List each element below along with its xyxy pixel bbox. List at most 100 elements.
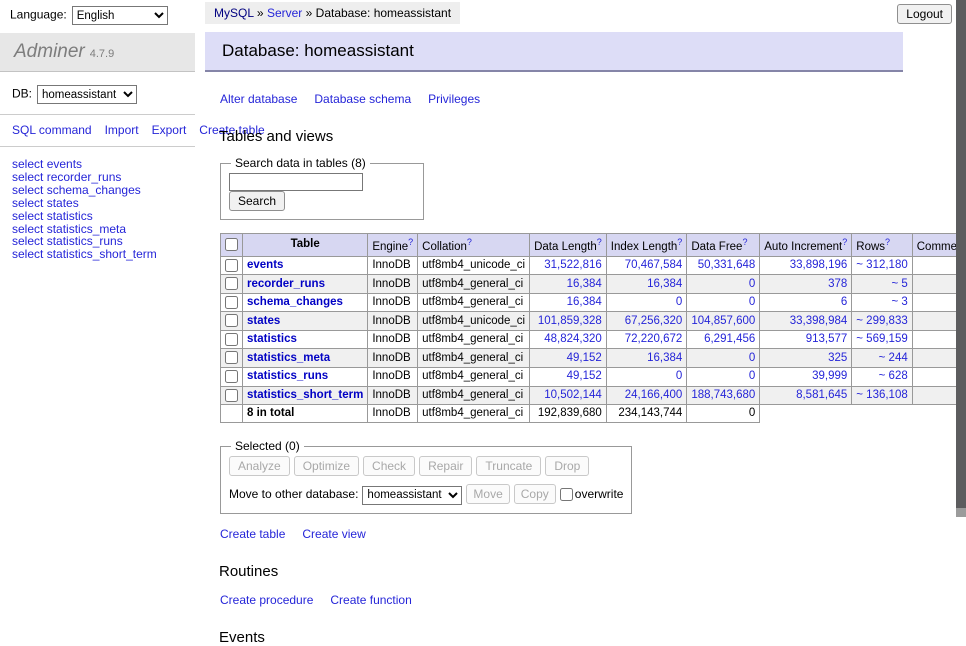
value-link[interactable]: 49,152: [567, 370, 602, 382]
table-name-link[interactable]: statistics_short_term: [247, 389, 363, 401]
table-name-link[interactable]: statistics_runs: [247, 370, 328, 382]
table-link[interactable]: statistics_runs: [47, 234, 123, 248]
value-link[interactable]: 378: [828, 278, 847, 290]
db-select[interactable]: homeassistant: [37, 85, 137, 104]
privileges-link[interactable]: Privileges: [428, 92, 480, 106]
value-link[interactable]: 325: [828, 352, 847, 364]
row-checkbox[interactable]: [225, 277, 238, 290]
help-link[interactable]: ?: [467, 237, 472, 247]
search-button[interactable]: Search: [229, 191, 285, 211]
value-link[interactable]: ~ 299,833: [856, 315, 907, 327]
language-select[interactable]: English: [72, 6, 168, 25]
export-link[interactable]: Export: [152, 123, 187, 137]
table-name-link[interactable]: recorder_runs: [247, 278, 325, 290]
create-function-link[interactable]: Create function: [330, 593, 411, 607]
alter-database-link[interactable]: Alter database: [220, 92, 297, 106]
table-link[interactable]: statistics_short_term: [47, 247, 157, 261]
help-link[interactable]: ?: [885, 237, 890, 247]
value-link[interactable]: 0: [749, 352, 755, 364]
value-link[interactable]: ~ 3: [891, 296, 907, 308]
value-link[interactable]: 70,467,584: [625, 259, 683, 271]
breadcrumb-link-server[interactable]: Server: [267, 6, 302, 20]
value-link[interactable]: 16,384: [567, 278, 602, 290]
table-link[interactable]: schema_changes: [47, 183, 141, 197]
select-link[interactable]: select: [12, 234, 43, 248]
value-link[interactable]: 6: [841, 296, 847, 308]
logout-button[interactable]: Logout: [897, 4, 952, 24]
select-link[interactable]: select: [12, 196, 43, 210]
help-link[interactable]: ?: [677, 237, 682, 247]
value-link[interactable]: ~ 569,159: [856, 333, 907, 345]
value-link[interactable]: 33,398,984: [790, 315, 848, 327]
value-link[interactable]: 16,384: [567, 296, 602, 308]
select-link[interactable]: select: [12, 170, 43, 184]
value-link[interactable]: 31,522,816: [544, 259, 602, 271]
value-link[interactable]: 16,384: [647, 352, 682, 364]
row-checkbox[interactable]: [225, 370, 238, 383]
help-link[interactable]: ?: [408, 237, 413, 247]
value-link[interactable]: 49,152: [567, 352, 602, 364]
value-link[interactable]: 104,857,600: [691, 315, 755, 327]
table-name-link[interactable]: events: [247, 259, 283, 271]
row-checkbox[interactable]: [225, 389, 238, 402]
table-name-link[interactable]: schema_changes: [247, 296, 343, 308]
table-link[interactable]: events: [47, 157, 82, 171]
create-view-link[interactable]: Create view: [302, 527, 365, 541]
move-db-select[interactable]: homeassistant: [362, 486, 462, 505]
value-link[interactable]: 10,502,144: [544, 389, 602, 401]
database-schema-link[interactable]: Database schema: [314, 92, 411, 106]
value-link[interactable]: 6,291,456: [704, 333, 755, 345]
value-link[interactable]: ~ 244: [879, 352, 908, 364]
table-name-link[interactable]: statistics_meta: [247, 352, 330, 364]
table-link[interactable]: statistics_meta: [47, 222, 126, 236]
select-all-checkbox[interactable]: [225, 238, 238, 251]
sql-command-link[interactable]: SQL command: [12, 123, 92, 137]
row-checkbox[interactable]: [225, 333, 238, 346]
select-link[interactable]: select: [12, 183, 43, 197]
overwrite-checkbox[interactable]: [560, 488, 573, 501]
row-checkbox[interactable]: [225, 314, 238, 327]
value-link[interactable]: ~ 136,108: [856, 389, 907, 401]
help-link[interactable]: ?: [742, 237, 747, 247]
value-link[interactable]: ~ 312,180: [856, 259, 907, 271]
row-checkbox[interactable]: [225, 351, 238, 364]
create-table-link[interactable]: Create table: [220, 527, 285, 541]
table-link[interactable]: recorder_runs: [47, 170, 122, 184]
table-link[interactable]: statistics: [47, 209, 93, 223]
value-link[interactable]: 8,581,645: [796, 389, 847, 401]
scrollbar-thumb[interactable]: [956, 0, 966, 508]
value-link[interactable]: 0: [749, 296, 755, 308]
select-link[interactable]: select: [12, 247, 43, 261]
help-link[interactable]: ?: [842, 237, 847, 247]
value-link[interactable]: 188,743,680: [691, 389, 755, 401]
breadcrumb-link-mysql[interactable]: MySQL: [214, 6, 254, 20]
create-procedure-link[interactable]: Create procedure: [220, 593, 313, 607]
select-link[interactable]: select: [12, 157, 43, 171]
value-link[interactable]: 101,859,328: [538, 315, 602, 327]
value-link[interactable]: 39,999: [812, 370, 847, 382]
value-link[interactable]: 24,166,400: [625, 389, 683, 401]
value-link[interactable]: 48,824,320: [544, 333, 602, 345]
value-link[interactable]: 0: [676, 296, 682, 308]
value-link[interactable]: ~ 5: [891, 278, 907, 290]
value-link[interactable]: 913,577: [806, 333, 848, 345]
value-link[interactable]: ~ 628: [879, 370, 908, 382]
value-link[interactable]: 0: [749, 278, 755, 290]
select-link[interactable]: select: [12, 209, 43, 223]
value-link[interactable]: 50,331,648: [698, 259, 756, 271]
search-input[interactable]: [229, 173, 363, 191]
help-link[interactable]: ?: [597, 237, 602, 247]
table-name-link[interactable]: states: [247, 315, 280, 327]
value-link[interactable]: 0: [676, 370, 682, 382]
table-name-link[interactable]: statistics: [247, 333, 297, 345]
row-checkbox[interactable]: [225, 259, 238, 272]
row-checkbox[interactable]: [225, 296, 238, 309]
value-link[interactable]: 16,384: [647, 278, 682, 290]
select-link[interactable]: select: [12, 222, 43, 236]
import-link[interactable]: Import: [105, 123, 139, 137]
value-link[interactable]: 72,220,672: [625, 333, 683, 345]
value-link[interactable]: 0: [749, 370, 755, 382]
value-link[interactable]: 67,256,320: [625, 315, 683, 327]
value-link[interactable]: 33,898,196: [790, 259, 848, 271]
table-link[interactable]: states: [47, 196, 79, 210]
